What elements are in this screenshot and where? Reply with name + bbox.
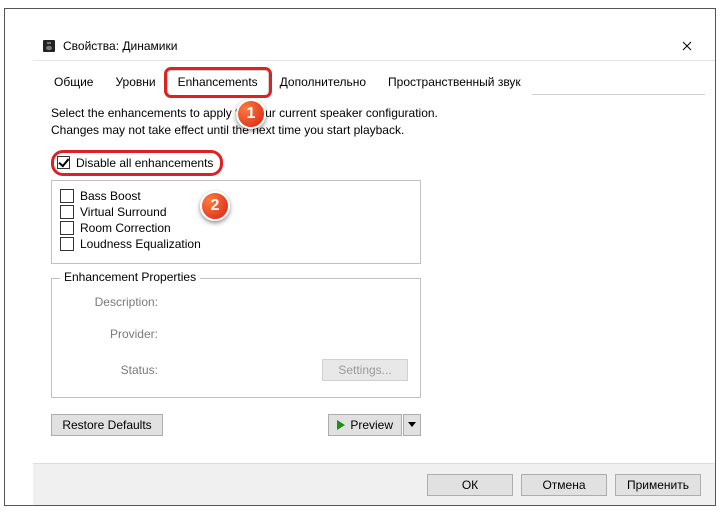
titlebar: Свойства: Динамики (33, 31, 715, 61)
list-item[interactable]: Virtual Surround (60, 205, 412, 219)
outer-frame: Свойства: Динамики Общие Уровни Enhancem… (4, 8, 716, 506)
close-button[interactable] (667, 32, 707, 60)
description-row: Description: (78, 295, 408, 309)
tab-content: Select the enhancements to apply for you… (33, 95, 715, 436)
settings-button: Settings... (322, 359, 408, 381)
dialog-window: Свойства: Динамики Общие Уровни Enhancem… (33, 31, 715, 505)
disable-all-label: Disable all enhancements (76, 156, 213, 170)
play-icon (337, 420, 345, 430)
list-item[interactable]: Room Correction (60, 221, 412, 235)
list-item-label: Virtual Surround (80, 205, 167, 219)
provider-row: Provider: (78, 327, 408, 341)
list-item[interactable]: Bass Boost (60, 189, 412, 203)
checkbox-icon (60, 221, 74, 235)
list-item-label: Loudness Equalization (80, 237, 201, 251)
tab-spatial[interactable]: Пространственный звук (377, 70, 532, 95)
tab-levels[interactable]: Уровни (104, 70, 166, 95)
close-icon (682, 41, 692, 51)
preview-dropdown[interactable] (403, 414, 421, 436)
ok-button[interactable]: ОК (427, 474, 513, 496)
tabs-container: Общие Уровни Enhancements Дополнительно … (33, 61, 715, 95)
checkbox-icon (57, 156, 70, 169)
preview-button[interactable]: Preview (328, 414, 402, 436)
list-item[interactable]: Loudness Equalization (60, 237, 412, 251)
description-label: Description: (78, 295, 158, 309)
preview-group: Preview (328, 414, 421, 436)
bottom-row: Restore Defaults Preview (51, 398, 421, 436)
tab-enhancements[interactable]: Enhancements (167, 70, 269, 95)
tabs: Общие Уровни Enhancements Дополнительно … (43, 69, 705, 95)
fieldset-legend: Enhancement Properties (60, 270, 200, 284)
apply-button[interactable]: Применить (615, 474, 701, 496)
checkbox-icon (60, 205, 74, 219)
provider-label: Provider: (78, 327, 158, 341)
app-icon (41, 38, 57, 54)
tab-advanced[interactable]: Дополнительно (269, 70, 377, 95)
cancel-button[interactable]: Отмена (521, 474, 607, 496)
status-row: Status: Settings... (78, 359, 408, 381)
checkbox-icon (60, 189, 74, 203)
restore-defaults-button[interactable]: Restore Defaults (51, 414, 163, 436)
disable-all-highlight: Disable all enhancements (51, 150, 223, 176)
checkbox-icon (60, 237, 74, 251)
status-label: Status: (78, 363, 158, 377)
properties-fieldset: Enhancement Properties Description: Prov… (51, 278, 421, 398)
list-item-label: Bass Boost (80, 189, 141, 203)
preview-label: Preview (350, 418, 393, 432)
tab-general[interactable]: Общие (43, 70, 104, 95)
disable-all-checkbox[interactable]: Disable all enhancements (57, 156, 213, 170)
window-title: Свойства: Динамики (63, 39, 667, 53)
dialog-footer: ОК Отмена Применить (33, 463, 715, 505)
list-item-label: Room Correction (80, 221, 171, 235)
enhancements-list: Bass Boost Virtual Surround Room Correct… (51, 180, 421, 264)
instruction-text: Select the enhancements to apply for you… (51, 105, 471, 140)
